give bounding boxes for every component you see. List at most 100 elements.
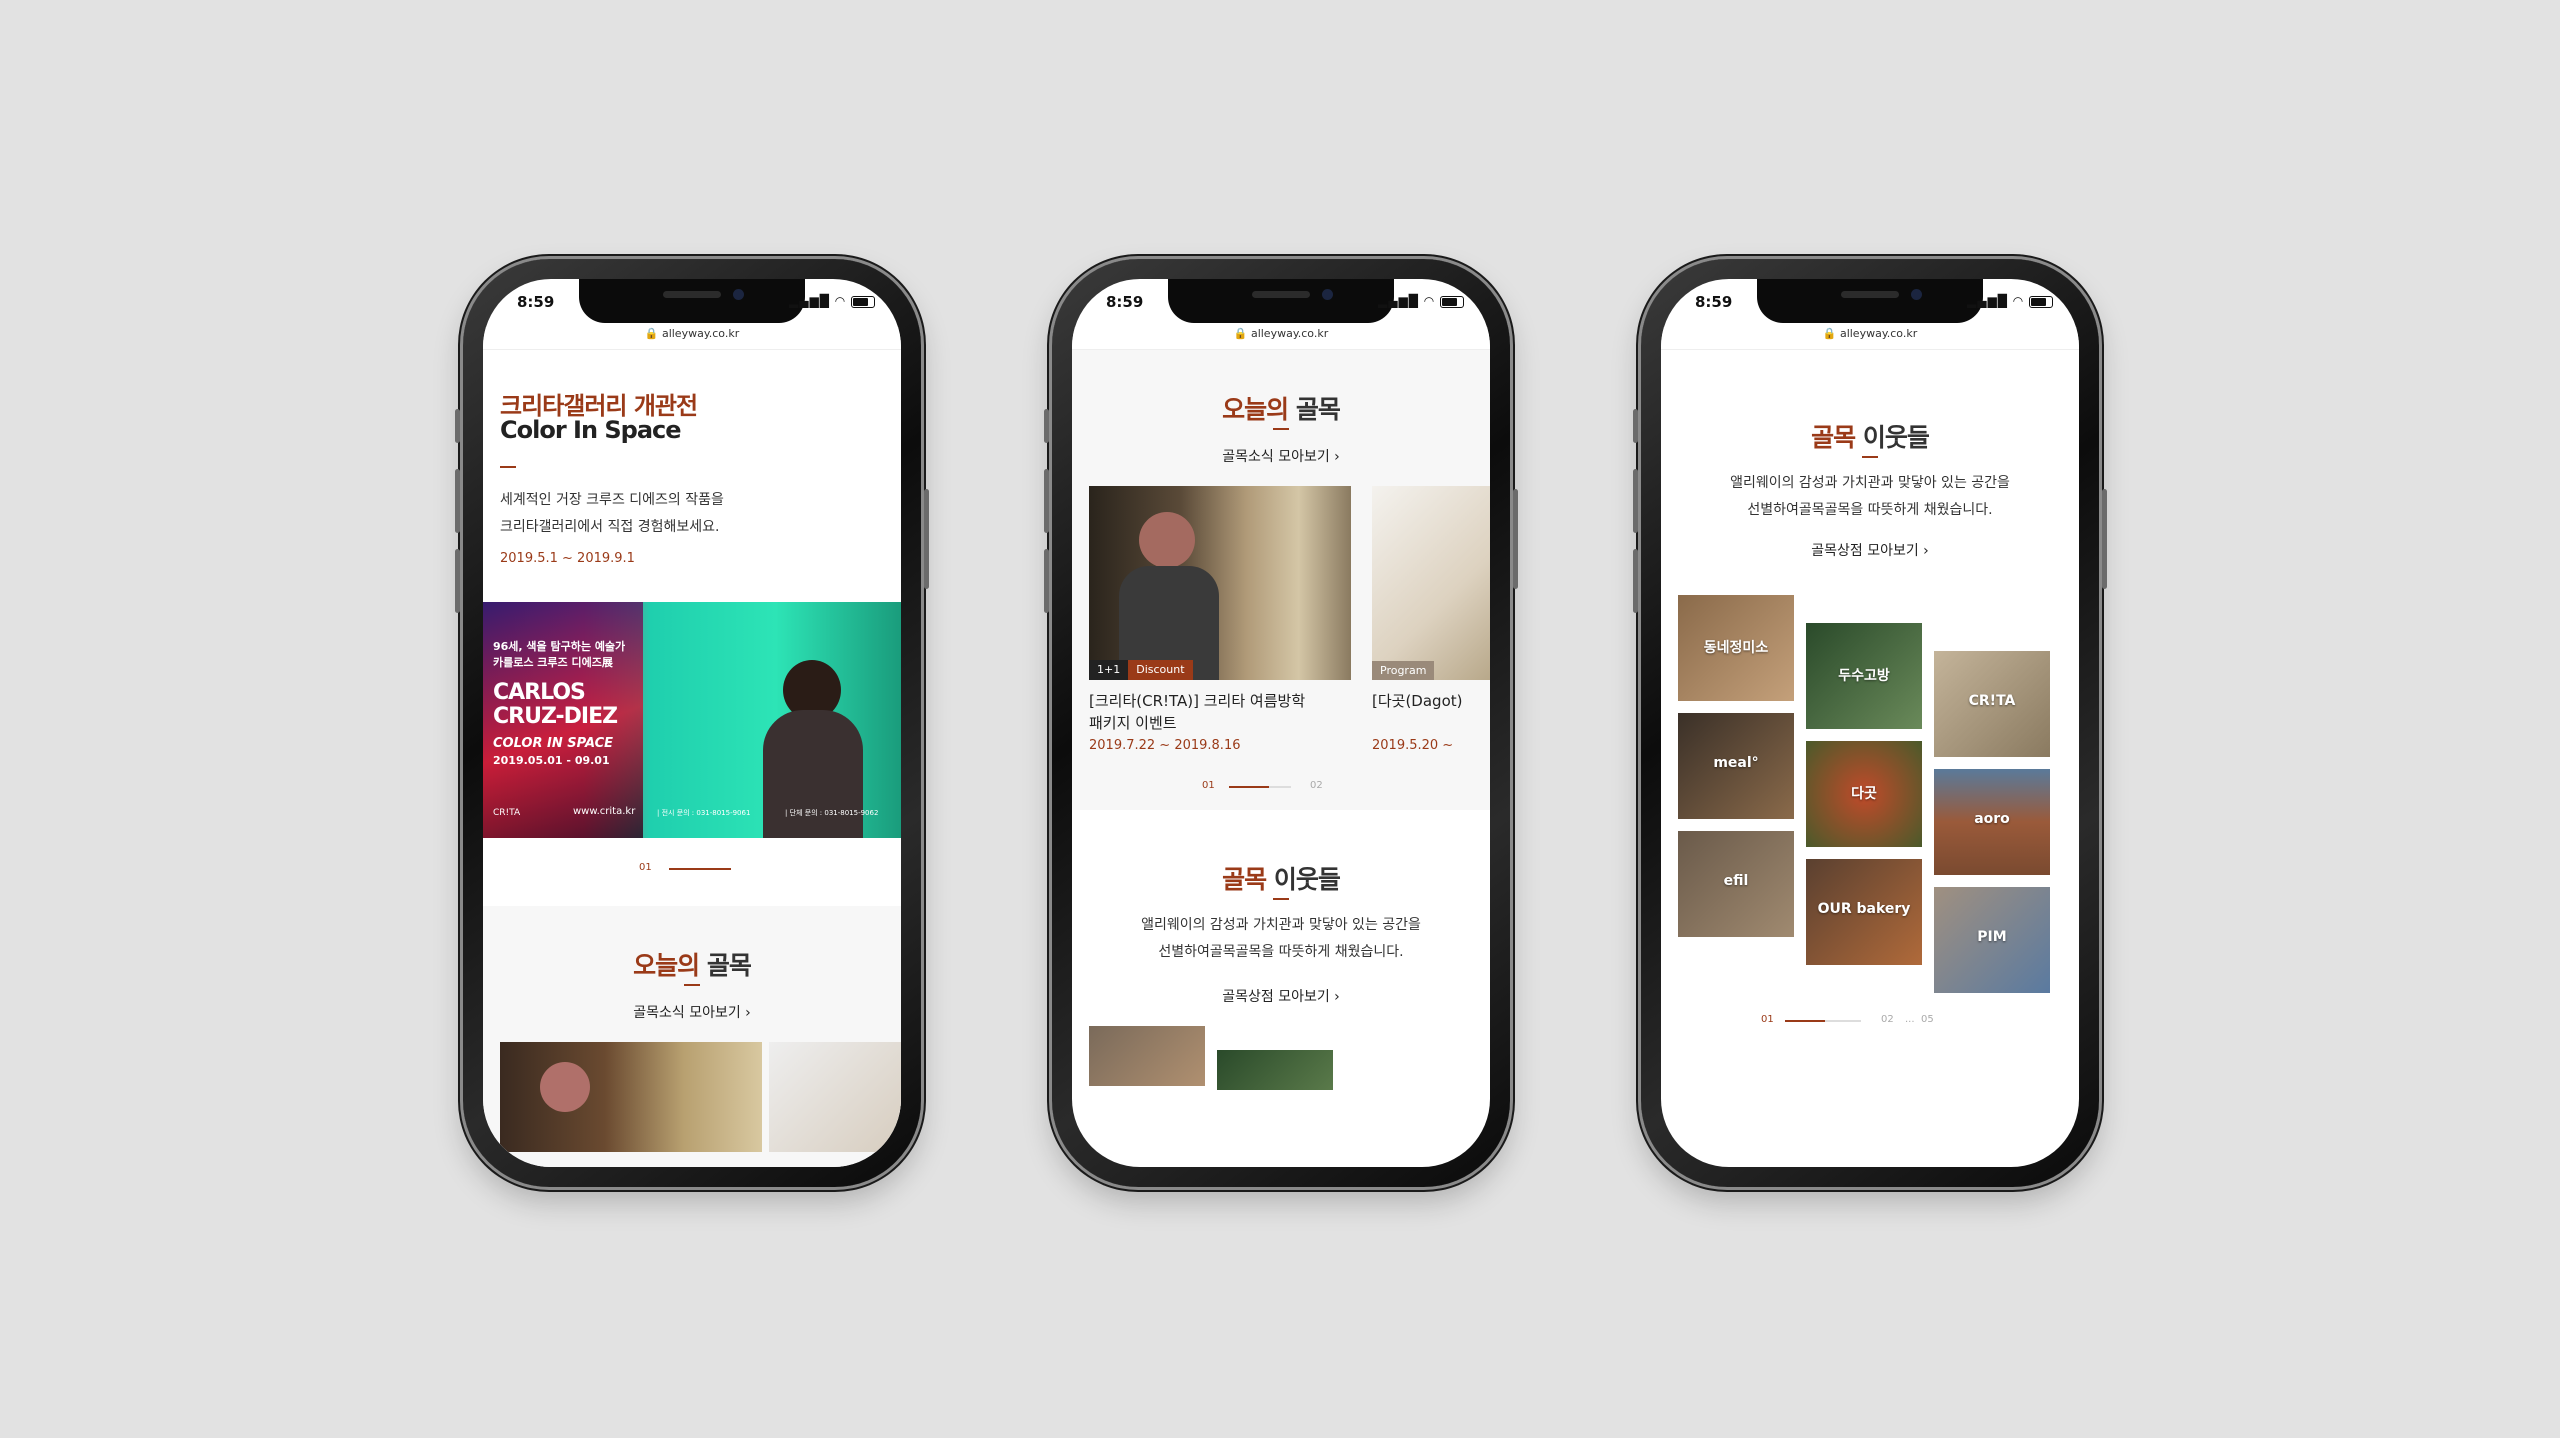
shop-tile-3[interactable]: efil [1678, 831, 1794, 937]
poster-contact-2: | 단체 문의 : 031-8015-9062 [785, 809, 879, 817]
shop-tile-label: OUR bakery [1817, 901, 1911, 918]
power-button [2102, 489, 2107, 589]
exhibition-poster[interactable]: 96세, 색을 탐구하는 예술가 카를로스 크루즈 디에즈展 CARLOS CR… [483, 602, 901, 838]
phone-mockup-1: 8:59 ▂▄▆█ ◠ 🔒 alleyway.co.kr 크리타갤러리 개관전 … [455, 259, 929, 1187]
news-card-crita[interactable]: 1+1 Discount [1089, 486, 1351, 680]
person-head [1139, 512, 1195, 568]
url-bar[interactable]: 🔒 alleyway.co.kr [1072, 327, 1490, 350]
neighbors-description: 앨리웨이의 감성과 가치관과 맞닿아 있는 공간을 선별하여골목골목을 따뜻하게… [1661, 470, 2079, 524]
power-button [1513, 489, 1518, 589]
phone-mockup-3: 8:59 ▂▄▆█ ◠ 🔒 alleyway.co.kr 골목 이웃들 앨리웨이… [1633, 259, 2107, 1187]
url-bar[interactable]: 🔒 alleyway.co.kr [483, 327, 901, 350]
pager-current: 01 [639, 862, 652, 873]
section-divider [684, 984, 700, 986]
shop-tile-7[interactable]: CR!TA [1934, 651, 2050, 757]
description-line-1: 앨리웨이의 감성과 가치관과 맞닿아 있는 공간을 [1730, 475, 2010, 491]
shop-tile-label: efil [1723, 873, 1749, 890]
neighbors-description: 앨리웨이의 감성과 가치관과 맞닿아 있는 공간을 선별하여골목골목을 따뜻하게… [1072, 912, 1490, 966]
pager-next: 02 [1310, 780, 1323, 791]
battery-icon [851, 295, 875, 308]
pager-progress [1785, 1020, 1825, 1022]
power-button [924, 489, 929, 589]
link-label: 골목상점 모아보기 [1222, 989, 1330, 1005]
news-card-image[interactable] [500, 1042, 762, 1152]
page-content: 골목 이웃들 앨리웨이의 감성과 가치관과 맞닿아 있는 공간을 선별하여골목골… [1661, 350, 2079, 1167]
poster-dates: 2019.05.01 - 09.01 [493, 754, 610, 767]
status-bar: 8:59 ▂▄▆█ ◠ [483, 279, 901, 325]
mute-switch [455, 409, 460, 443]
mute-switch [1633, 409, 1638, 443]
section-title-rest: 골목 [699, 951, 752, 980]
mute-switch [1044, 409, 1049, 443]
url-bar[interactable]: 🔒 alleyway.co.kr [1661, 327, 2079, 350]
phone-screen: 8:59 ▂▄▆█ ◠ 🔒 alleyway.co.kr 크리타갤러리 개관전 … [483, 279, 901, 1167]
section-title-accent: 오늘의 [633, 951, 700, 980]
badge-program: Program [1372, 661, 1435, 680]
section-title: 오늘의 골목 [483, 946, 901, 982]
phone-screen: 8:59 ▂▄▆█ ◠ 🔒 alleyway.co.kr 골목 이웃들 앨리웨이… [1661, 279, 2079, 1167]
section-title-rest: 이웃들 [1855, 423, 1930, 452]
badge-discount: Discount [1128, 660, 1193, 680]
card-title-dagot[interactable]: [다곳(Dagot) [1372, 690, 1490, 711]
phone-mockup-2: 8:59 ▂▄▆█ ◠ 🔒 alleyway.co.kr 오늘의 골목 골목소식… [1044, 259, 1518, 1187]
link-label: 골목소식 모아보기 [633, 1005, 741, 1021]
section-title-rest: 골목 [1288, 395, 1341, 424]
section-title-accent: 오늘의 [1222, 395, 1289, 424]
section-divider [1273, 898, 1289, 900]
description-line-2: 선별하여골목골목을 따뜻하게 채웠습니다. [1747, 502, 1993, 518]
poster-name-1: CARLOS [493, 680, 586, 705]
neighbors-section-title: 골목 이웃들 [1072, 860, 1490, 896]
pager-progress [669, 868, 731, 870]
section-divider [1273, 428, 1289, 430]
pager-progress [1229, 786, 1269, 788]
shop-tile-label: meal° [1713, 755, 1759, 772]
shop-tile-label: 다곳 [1851, 786, 1877, 803]
shop-tile-4[interactable]: 두수고방 [1806, 623, 1922, 729]
card-badges: 1+1 Discount [1089, 660, 1193, 680]
shop-collection-link[interactable]: 골목상점 모아보기 › [1072, 986, 1490, 1006]
poster-name-2: CRUZ-DIEZ [493, 704, 618, 729]
shop-tile-label: PIM [1977, 929, 2007, 946]
status-bar: 8:59 ▂▄▆█ ◠ [1072, 279, 1490, 325]
news-collection-link[interactable]: 골목소식 모아보기 › [483, 1002, 901, 1022]
news-pager[interactable]: 01 02 [1202, 780, 1362, 794]
neighbors-section-title: 골목 이웃들 [1661, 418, 2079, 454]
shop-tile-2[interactable]: meal° [1678, 713, 1794, 819]
shop-tile-9[interactable]: PIM [1934, 887, 2050, 993]
shop-tile-1[interactable]: 동네정미소 [1678, 595, 1794, 701]
poster-color-in-space: COLOR IN SPACE [493, 736, 614, 751]
shop-tile-label: 두수고방 [1838, 668, 1890, 685]
news-card-image-next[interactable] [769, 1042, 901, 1152]
description-line-2: 크리타갤러리에서 직접 경험해보세요. [500, 519, 720, 535]
signal-wifi-battery-icons: ▂▄▆█ ◠ [1378, 294, 1464, 308]
url-text: alleyway.co.kr [661, 327, 740, 340]
chevron-right-icon: › [745, 1005, 751, 1021]
exhibition-description: 세계적인 거장 크루즈 디에즈의 작품을 크리타갤러리에서 직접 경험해보세요. [500, 487, 724, 541]
shop-tile-8[interactable]: aoro [1934, 769, 2050, 875]
shop-collection-link[interactable]: 골목상점 모아보기 › [1661, 540, 2079, 560]
poster-subtitle-2: 카를로스 크루즈 디에즈展 [493, 656, 613, 669]
section-title-accent: 골목 [1222, 865, 1267, 894]
news-collection-link[interactable]: 골목소식 모아보기 › [1072, 446, 1490, 466]
section-title: 오늘의 골목 [1072, 390, 1490, 426]
card-title-line-2: 패키지 이벤트 [1089, 714, 1177, 732]
banner-pager[interactable]: 01 [639, 862, 759, 876]
news-card-dagot[interactable]: Program [1372, 486, 1490, 680]
shop-tile[interactable] [1217, 1050, 1333, 1090]
url-text: alleyway.co.kr [1250, 327, 1329, 340]
card-title[interactable]: [크리타(CR!TA)] 크리타 여름방학 패키지 이벤트 [1089, 690, 1351, 734]
pager-current: 01 [1202, 780, 1215, 791]
card-date-dagot: 2019.5.20 ~ [1372, 738, 1454, 753]
status-time: 8:59 [517, 293, 555, 311]
shop-tile[interactable] [1089, 1026, 1205, 1086]
shop-tile-label: CR!TA [1968, 693, 2016, 710]
shop-tile-5[interactable]: 다곳 [1806, 741, 1922, 847]
volume-down-button [1044, 549, 1049, 613]
card-title-line-1: [크리타(CR!TA)] 크리타 여름방학 [1089, 692, 1306, 710]
shop-tile-6[interactable]: OUR bakery [1806, 859, 1922, 965]
signal-wifi-battery-icons: ▂▄▆█ ◠ [1967, 294, 2053, 308]
shop-pager[interactable]: 01 02 ... 05 [1761, 1014, 1981, 1028]
link-label: 골목상점 모아보기 [1811, 543, 1919, 559]
pager-ellipsis: ... [1905, 1014, 1915, 1025]
chevron-right-icon: › [1334, 989, 1340, 1005]
